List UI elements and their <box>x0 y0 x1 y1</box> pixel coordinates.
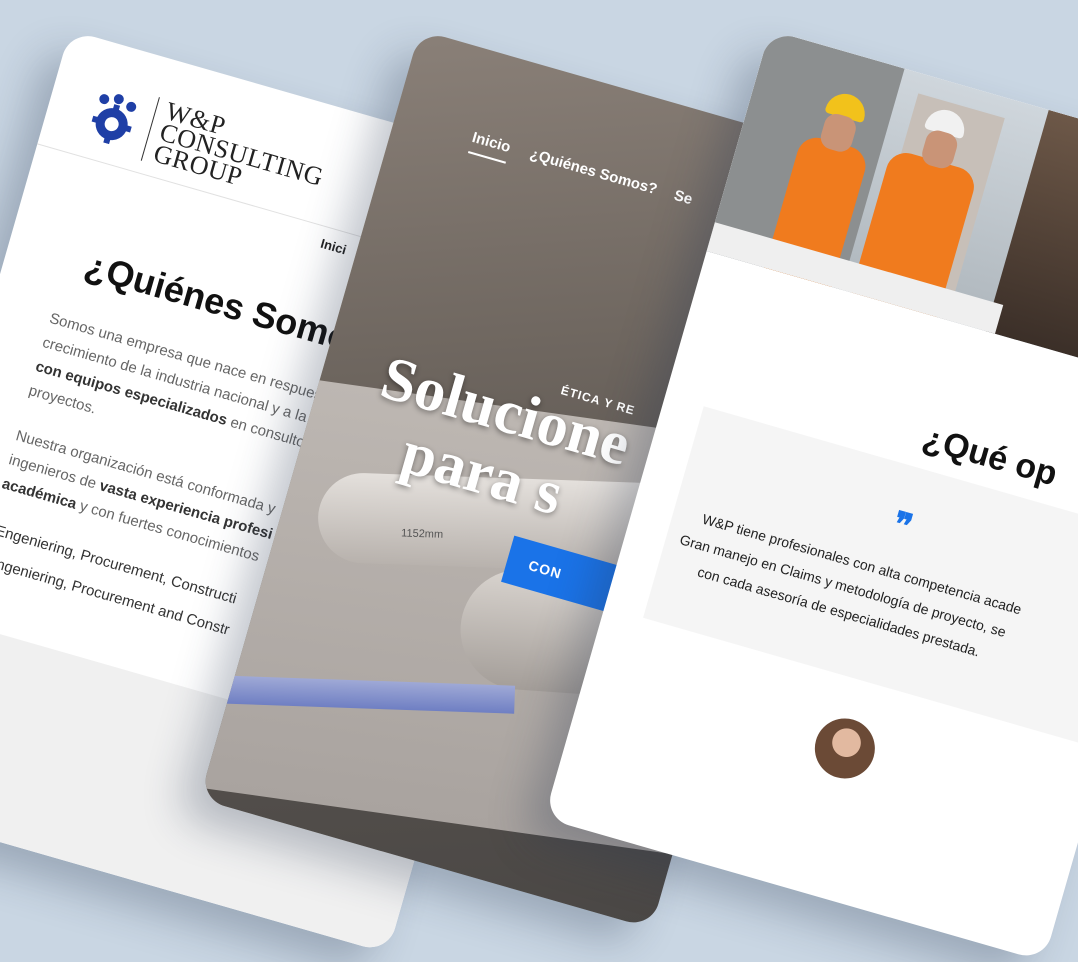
logo-wordmark: W&P CONSULTING GROUP <box>140 96 332 211</box>
warehouse-shape <box>985 109 1078 395</box>
avatar <box>807 711 882 786</box>
construction-workers-photo <box>706 30 1078 395</box>
gear-people-icon <box>81 86 145 150</box>
dimension-label: 1152mm <box>400 527 444 541</box>
nav-item-inicio[interactable]: Inicio <box>467 128 513 164</box>
nav-item-inicio[interactable]: Inici <box>319 236 348 258</box>
nav-item-servicios[interactable]: Se <box>672 187 694 208</box>
nav-item-quienes-somos[interactable]: ¿Quiénes Somos? <box>528 145 659 198</box>
company-logo[interactable]: W&P CONSULTING GROUP <box>79 79 332 211</box>
quote-icon: ❞ <box>888 504 917 548</box>
